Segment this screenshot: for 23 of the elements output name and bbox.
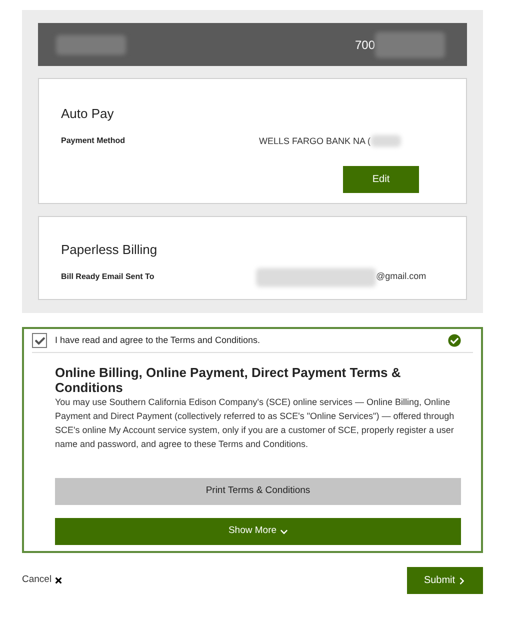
- redacted-block: [375, 32, 445, 58]
- close-icon: [54, 576, 63, 585]
- chevron-down-icon: [280, 528, 288, 536]
- section-title: Auto Pay: [61, 105, 115, 123]
- check-icon: [34, 336, 44, 346]
- terms-title: Online Billing, Online Payment, Direct Payment Terms & Conditions: [55, 365, 402, 395]
- field-label: Bill Ready Email Sent To: [61, 271, 156, 283]
- field-label: Payment Method: [61, 135, 126, 148]
- agree-label: I have read and agree to the Terms and Conditions.: [55, 334, 261, 347]
- print-button[interactable]: Print Terms & Conditions: [55, 478, 461, 505]
- account-number: 700: [354, 36, 375, 54]
- field-value: WELLS FARGO BANK NA (: [259, 134, 371, 148]
- field-value: @gmail.com: [376, 270, 426, 284]
- show-more-button[interactable]: Show More: [55, 518, 461, 545]
- submit-button[interactable]: Submit: [407, 567, 483, 594]
- chevron-right-icon: [458, 576, 466, 584]
- cancel-button[interactable]: Cancel: [22, 573, 63, 588]
- redacted-block: [56, 34, 126, 54]
- section-title: Paperless Billing: [61, 241, 158, 259]
- agree-checkbox[interactable]: [32, 333, 47, 348]
- terms-text: You may use Southern California Edison Company's (SCE) online services — Online Billing, Online Payment and Direct Payment (collectively referred to as SCE's "Online Services") — offered through SCE's online My Account service system, only if you are a customer of SCE, properly register a user name and password, and agree to these Terms and Conditions.: [55, 396, 456, 451]
- edit-button[interactable]: Edit: [343, 166, 419, 193]
- redacted-block: [370, 135, 401, 148]
